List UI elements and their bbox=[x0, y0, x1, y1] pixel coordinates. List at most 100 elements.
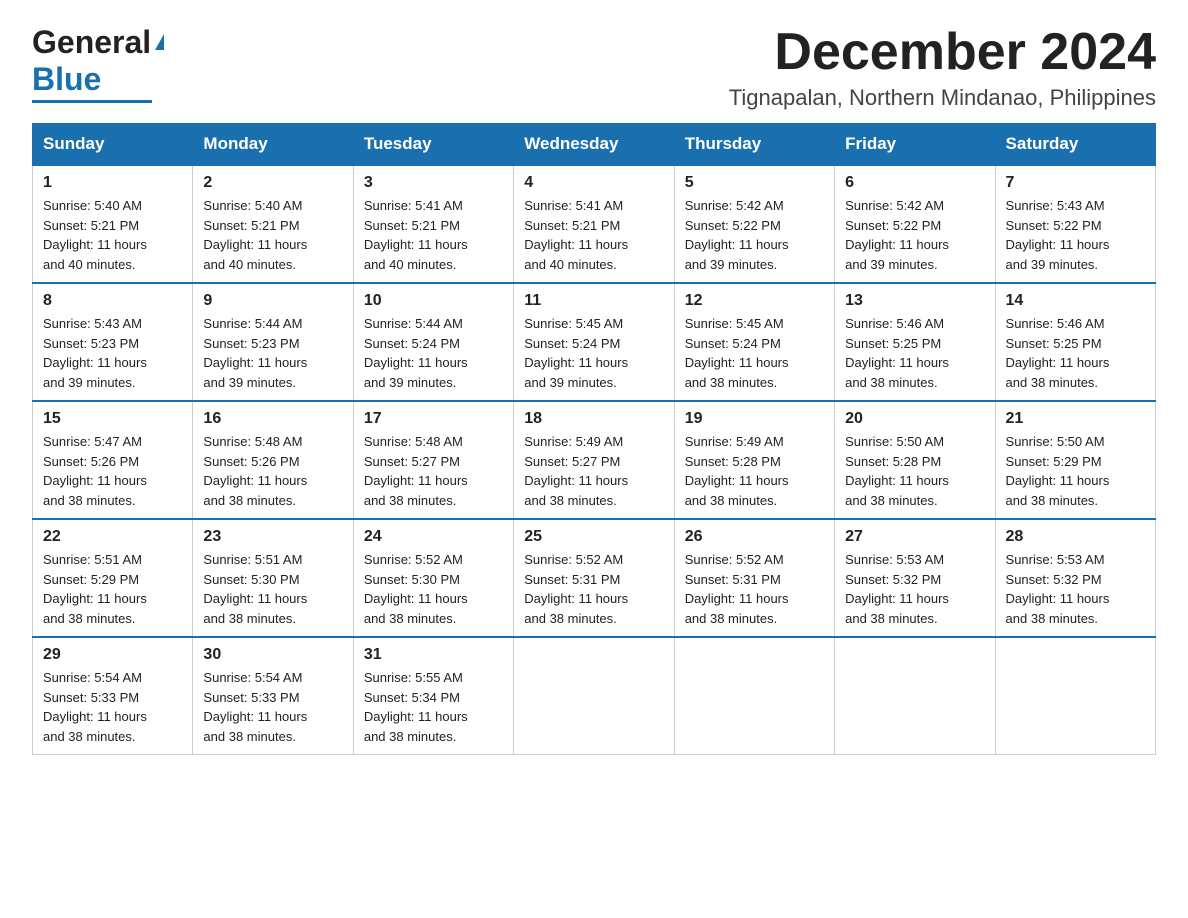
day-number: 27 bbox=[845, 528, 984, 546]
calendar-week-row: 22Sunrise: 5:51 AMSunset: 5:29 PMDayligh… bbox=[33, 519, 1156, 637]
day-info: Sunrise: 5:43 AMSunset: 5:22 PMDaylight:… bbox=[1006, 196, 1145, 274]
calendar-day-cell: 5 Sunrise: 5:42 AMSunset: 5:22 PMDaylight… bbox=[674, 165, 834, 283]
calendar-day-cell: 8 Sunrise: 5:43 AMSunset: 5:23 PMDaylight… bbox=[33, 283, 193, 401]
day-number: 17 bbox=[364, 410, 503, 428]
day-info: Sunrise: 5:40 AMSunset: 5:21 PMDaylight:… bbox=[43, 196, 182, 274]
calendar-day-cell: 15 Sunrise: 5:47 AMSunset: 5:26 PMDayligh… bbox=[33, 401, 193, 519]
calendar-day-cell: 25Sunrise: 5:52 AMSunset: 5:31 PMDayligh… bbox=[514, 519, 674, 637]
calendar-day-cell: 21Sunrise: 5:50 AMSunset: 5:29 PMDayligh… bbox=[995, 401, 1155, 519]
calendar-day-cell: 18Sunrise: 5:49 AMSunset: 5:27 PMDayligh… bbox=[514, 401, 674, 519]
column-header-tuesday: Tuesday bbox=[353, 124, 513, 166]
column-header-wednesday: Wednesday bbox=[514, 124, 674, 166]
day-number: 14 bbox=[1006, 292, 1145, 310]
calendar-day-cell: 6 Sunrise: 5:42 AMSunset: 5:22 PMDaylight… bbox=[835, 165, 995, 283]
calendar-day-cell: 4Sunrise: 5:41 AMSunset: 5:21 PMDaylight… bbox=[514, 165, 674, 283]
day-number: 26 bbox=[685, 528, 824, 546]
day-number: 31 bbox=[364, 646, 503, 664]
column-header-sunday: Sunday bbox=[33, 124, 193, 166]
title-block: December 2024 Tignapalan, Northern Minda… bbox=[729, 24, 1156, 111]
empty-cell bbox=[514, 637, 674, 755]
day-info: Sunrise: 5:48 AMSunset: 5:27 PMDaylight:… bbox=[364, 432, 503, 510]
day-info: Sunrise: 5:44 AMSunset: 5:23 PMDaylight:… bbox=[203, 314, 342, 392]
calendar-day-cell: 12 Sunrise: 5:45 AMSunset: 5:24 PMDayligh… bbox=[674, 283, 834, 401]
day-info: Sunrise: 5:41 AMSunset: 5:21 PMDaylight:… bbox=[364, 196, 503, 274]
day-info: Sunrise: 5:54 AMSunset: 5:33 PMDaylight:… bbox=[203, 668, 342, 746]
day-number: 2 bbox=[203, 174, 342, 192]
calendar-day-cell: 30Sunrise: 5:54 AMSunset: 5:33 PMDayligh… bbox=[193, 637, 353, 755]
empty-cell bbox=[835, 637, 995, 755]
day-info: Sunrise: 5:50 AMSunset: 5:28 PMDaylight:… bbox=[845, 432, 984, 510]
day-info: Sunrise: 5:45 AMSunset: 5:24 PMDaylight:… bbox=[685, 314, 824, 392]
logo: General Blue bbox=[32, 24, 164, 103]
day-info: Sunrise: 5:47 AMSunset: 5:26 PMDaylight:… bbox=[43, 432, 182, 510]
logo-blue-text: Blue bbox=[32, 61, 101, 98]
calendar-day-cell: 1Sunrise: 5:40 AMSunset: 5:21 PMDaylight… bbox=[33, 165, 193, 283]
calendar-day-cell: 23 Sunrise: 5:51 AMSunset: 5:30 PMDayligh… bbox=[193, 519, 353, 637]
day-number: 8 bbox=[43, 292, 182, 310]
page-header: General Blue December 2024 Tignapalan, N… bbox=[32, 24, 1156, 111]
logo-triangle-icon bbox=[155, 34, 164, 50]
day-info: Sunrise: 5:52 AMSunset: 5:31 PMDaylight:… bbox=[685, 550, 824, 628]
calendar-day-cell: 19 Sunrise: 5:49 AMSunset: 5:28 PMDayligh… bbox=[674, 401, 834, 519]
day-number: 3 bbox=[364, 174, 503, 192]
day-info: Sunrise: 5:50 AMSunset: 5:29 PMDaylight:… bbox=[1006, 432, 1145, 510]
calendar-day-cell: 14 Sunrise: 5:46 AMSunset: 5:25 PMDayligh… bbox=[995, 283, 1155, 401]
calendar-day-cell: 29Sunrise: 5:54 AMSunset: 5:33 PMDayligh… bbox=[33, 637, 193, 755]
day-info: Sunrise: 5:46 AMSunset: 5:25 PMDaylight:… bbox=[845, 314, 984, 392]
calendar-day-cell: 13 Sunrise: 5:46 AMSunset: 5:25 PMDayligh… bbox=[835, 283, 995, 401]
day-number: 19 bbox=[685, 410, 824, 428]
empty-cell bbox=[995, 637, 1155, 755]
day-number: 5 bbox=[685, 174, 824, 192]
calendar-week-row: 29Sunrise: 5:54 AMSunset: 5:33 PMDayligh… bbox=[33, 637, 1156, 755]
day-info: Sunrise: 5:51 AMSunset: 5:29 PMDaylight:… bbox=[43, 550, 182, 628]
calendar-header-row: SundayMondayTuesdayWednesdayThursdayFrid… bbox=[33, 124, 1156, 166]
calendar-day-cell: 11Sunrise: 5:45 AMSunset: 5:24 PMDayligh… bbox=[514, 283, 674, 401]
calendar-day-cell: 26 Sunrise: 5:52 AMSunset: 5:31 PMDayligh… bbox=[674, 519, 834, 637]
day-number: 6 bbox=[845, 174, 984, 192]
calendar-day-cell: 20 Sunrise: 5:50 AMSunset: 5:28 PMDayligh… bbox=[835, 401, 995, 519]
day-number: 24 bbox=[364, 528, 503, 546]
day-info: Sunrise: 5:43 AMSunset: 5:23 PMDaylight:… bbox=[43, 314, 182, 392]
day-info: Sunrise: 5:51 AMSunset: 5:30 PMDaylight:… bbox=[203, 550, 342, 628]
calendar-day-cell: 2 Sunrise: 5:40 AMSunset: 5:21 PMDaylight… bbox=[193, 165, 353, 283]
day-info: Sunrise: 5:45 AMSunset: 5:24 PMDaylight:… bbox=[524, 314, 663, 392]
day-info: Sunrise: 5:44 AMSunset: 5:24 PMDaylight:… bbox=[364, 314, 503, 392]
calendar-week-row: 15 Sunrise: 5:47 AMSunset: 5:26 PMDayligh… bbox=[33, 401, 1156, 519]
logo-general-text: General bbox=[32, 24, 151, 61]
column-header-thursday: Thursday bbox=[674, 124, 834, 166]
calendar-day-cell: 24 Sunrise: 5:52 AMSunset: 5:30 PMDayligh… bbox=[353, 519, 513, 637]
day-number: 15 bbox=[43, 410, 182, 428]
calendar-day-cell: 7 Sunrise: 5:43 AMSunset: 5:22 PMDaylight… bbox=[995, 165, 1155, 283]
day-info: Sunrise: 5:52 AMSunset: 5:30 PMDaylight:… bbox=[364, 550, 503, 628]
calendar-day-cell: 28 Sunrise: 5:53 AMSunset: 5:32 PMDayligh… bbox=[995, 519, 1155, 637]
column-header-monday: Monday bbox=[193, 124, 353, 166]
day-number: 18 bbox=[524, 410, 663, 428]
calendar-day-cell: 10 Sunrise: 5:44 AMSunset: 5:24 PMDayligh… bbox=[353, 283, 513, 401]
day-info: Sunrise: 5:46 AMSunset: 5:25 PMDaylight:… bbox=[1006, 314, 1145, 392]
day-number: 10 bbox=[364, 292, 503, 310]
day-number: 16 bbox=[203, 410, 342, 428]
day-number: 9 bbox=[203, 292, 342, 310]
calendar-day-cell: 27 Sunrise: 5:53 AMSunset: 5:32 PMDayligh… bbox=[835, 519, 995, 637]
day-number: 7 bbox=[1006, 174, 1145, 192]
day-info: Sunrise: 5:42 AMSunset: 5:22 PMDaylight:… bbox=[845, 196, 984, 274]
day-info: Sunrise: 5:53 AMSunset: 5:32 PMDaylight:… bbox=[845, 550, 984, 628]
day-number: 20 bbox=[845, 410, 984, 428]
day-info: Sunrise: 5:54 AMSunset: 5:33 PMDaylight:… bbox=[43, 668, 182, 746]
day-info: Sunrise: 5:53 AMSunset: 5:32 PMDaylight:… bbox=[1006, 550, 1145, 628]
day-number: 13 bbox=[845, 292, 984, 310]
day-info: Sunrise: 5:42 AMSunset: 5:22 PMDaylight:… bbox=[685, 196, 824, 274]
day-number: 23 bbox=[203, 528, 342, 546]
column-header-saturday: Saturday bbox=[995, 124, 1155, 166]
column-header-friday: Friday bbox=[835, 124, 995, 166]
day-number: 12 bbox=[685, 292, 824, 310]
day-number: 25 bbox=[524, 528, 663, 546]
day-number: 28 bbox=[1006, 528, 1145, 546]
calendar-day-cell: 22Sunrise: 5:51 AMSunset: 5:29 PMDayligh… bbox=[33, 519, 193, 637]
calendar-day-cell: 16Sunrise: 5:48 AMSunset: 5:26 PMDayligh… bbox=[193, 401, 353, 519]
day-info: Sunrise: 5:40 AMSunset: 5:21 PMDaylight:… bbox=[203, 196, 342, 274]
day-number: 4 bbox=[524, 174, 663, 192]
day-info: Sunrise: 5:55 AMSunset: 5:34 PMDaylight:… bbox=[364, 668, 503, 746]
calendar-week-row: 8 Sunrise: 5:43 AMSunset: 5:23 PMDaylight… bbox=[33, 283, 1156, 401]
day-info: Sunrise: 5:49 AMSunset: 5:28 PMDaylight:… bbox=[685, 432, 824, 510]
